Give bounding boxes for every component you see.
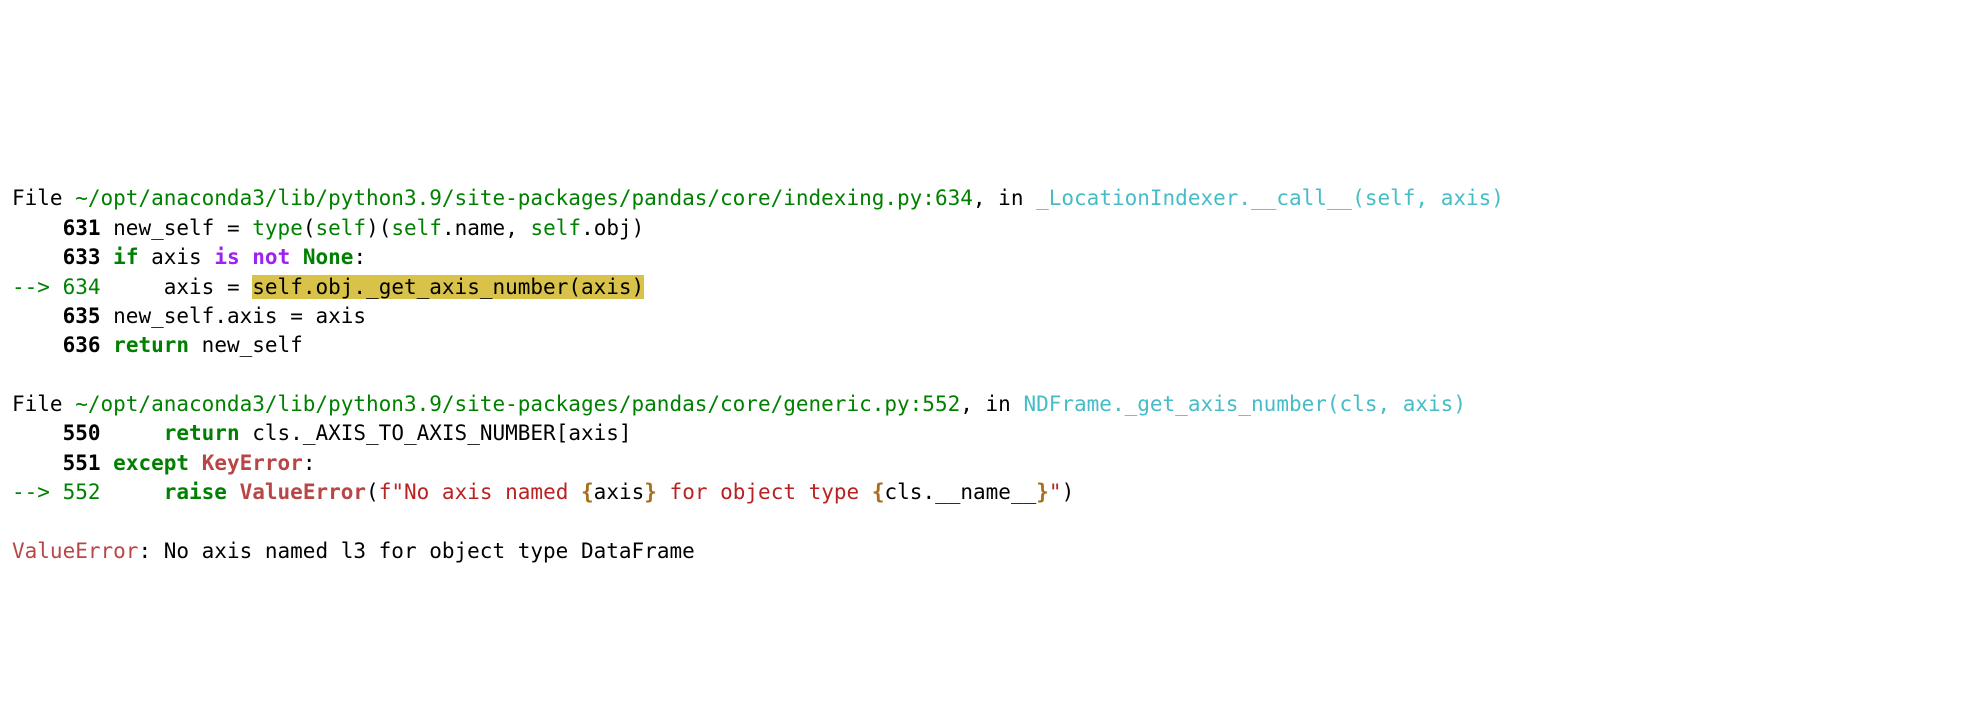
fstring-prefix: f"	[379, 480, 404, 504]
highlighted-call: self.obj._get_axis_number(axis)	[252, 275, 644, 299]
frame-1: File ~/opt/anaconda3/lib/python3.9/site-…	[12, 186, 1504, 357]
error-name: ValueError	[12, 539, 138, 563]
var: new_self	[189, 333, 303, 357]
code: new_self	[101, 216, 227, 240]
sp	[227, 480, 240, 504]
frame-function: NDFrame._get_axis_number(cls, axis)	[1023, 392, 1466, 416]
fstring-text: for object type	[657, 480, 872, 504]
sp	[101, 480, 164, 504]
kw-not: not	[252, 245, 290, 269]
colon: :	[353, 245, 366, 269]
paren: )	[632, 216, 645, 240]
file-label: File	[12, 392, 75, 416]
paren: (	[366, 480, 379, 504]
sp	[290, 245, 303, 269]
dot: .	[581, 216, 594, 240]
self: self	[316, 216, 367, 240]
kw-none: None	[303, 245, 354, 269]
file-path: ~/opt/anaconda3/lib/python3.9/site-packa…	[75, 186, 973, 210]
paren: (	[303, 216, 316, 240]
self: self	[530, 216, 581, 240]
op-eq: =	[227, 216, 240, 240]
paren: )	[1062, 480, 1075, 504]
interp-var: __name__	[935, 480, 1036, 504]
lineno-552: 552	[63, 480, 101, 504]
lineno-636: 636	[63, 333, 101, 357]
colon: :	[303, 451, 316, 475]
attr: axis	[227, 304, 290, 328]
builtin-type: type	[252, 216, 303, 240]
fstring-end: "	[1049, 480, 1062, 504]
interp-var: axis	[594, 480, 645, 504]
lineno-631: 631	[63, 216, 101, 240]
sp	[189, 451, 202, 475]
dot: .	[922, 480, 935, 504]
kw-is: is	[214, 245, 239, 269]
lineno-550: 550	[63, 421, 101, 445]
kw-raise: raise	[164, 480, 227, 504]
brace: }	[644, 480, 657, 504]
file-label: File	[12, 186, 75, 210]
in-sep: , in	[973, 186, 1036, 210]
attr: obj	[594, 216, 632, 240]
kw-return: return	[164, 421, 240, 445]
error-message: No axis named l3 for object type DataFra…	[164, 539, 695, 563]
dot: .	[442, 216, 455, 240]
var: new_self	[101, 304, 215, 328]
lineno-551: 551	[63, 451, 101, 475]
exc-keyerror: KeyError	[202, 451, 303, 475]
attr: name	[455, 216, 506, 240]
error-summary: ValueError: No axis named l3 for object …	[12, 539, 695, 563]
sp	[240, 245, 253, 269]
attr: _AXIS_TO_AXIS_NUMBER[axis]	[303, 421, 632, 445]
error-sep: :	[138, 539, 163, 563]
lineno-634: 634	[63, 275, 101, 299]
kw-except: except	[113, 451, 189, 475]
dot: .	[214, 304, 227, 328]
var: cls	[240, 421, 291, 445]
paren: )(	[366, 216, 391, 240]
lineno-635: 635	[63, 304, 101, 328]
brace: }	[1036, 480, 1049, 504]
brace: {	[872, 480, 885, 504]
current-line-arrow: -->	[12, 480, 63, 504]
file-path: ~/opt/anaconda3/lib/python3.9/site-packa…	[75, 392, 960, 416]
interp-var: cls	[885, 480, 923, 504]
current-line-arrow: -->	[12, 275, 63, 299]
brace: {	[581, 480, 594, 504]
lineno-633: 633	[63, 245, 101, 269]
fstring-text: No axis named	[404, 480, 581, 504]
code: axis	[101, 275, 227, 299]
traceback-output: File ~/opt/anaconda3/lib/python3.9/site-…	[0, 147, 1976, 574]
sp	[240, 275, 253, 299]
frame-2: File ~/opt/anaconda3/lib/python3.9/site-…	[12, 392, 1466, 504]
var: axis	[138, 245, 214, 269]
op-eq: =	[227, 275, 240, 299]
self: self	[391, 216, 442, 240]
kw-return: return	[113, 333, 189, 357]
var: axis	[303, 304, 366, 328]
comma: ,	[505, 216, 530, 240]
op-eq: =	[290, 304, 303, 328]
kw-if: if	[113, 245, 138, 269]
exc-valueerror: ValueError	[240, 480, 366, 504]
frame-function: _LocationIndexer.__call__(self, axis)	[1036, 186, 1504, 210]
sp	[240, 216, 253, 240]
in-sep: , in	[960, 392, 1023, 416]
dot: .	[290, 421, 303, 445]
